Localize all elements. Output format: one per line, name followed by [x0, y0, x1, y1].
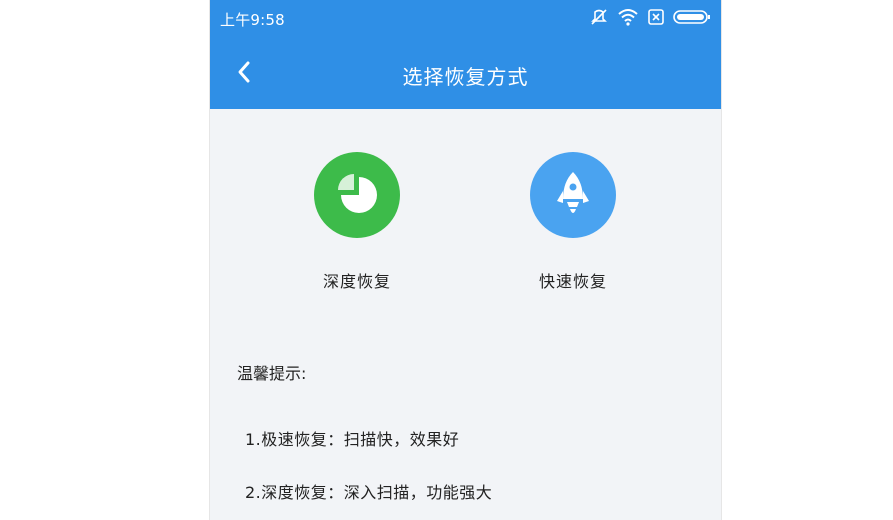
mute-icon: [589, 8, 609, 30]
page-title: 选择恢复方式: [402, 65, 529, 89]
wifi-icon: [617, 8, 639, 30]
pie-chart-icon: [338, 174, 377, 213]
tip-item: 1.极速恢复：扫描快，效果好: [245, 430, 460, 449]
header-bar: 选择恢复方式: [210, 36, 721, 109]
sim-icon: [647, 8, 665, 30]
fast-recovery-label: 快速恢复: [538, 272, 607, 291]
tip-item: 2.深度恢复：深入扫描，功能强大: [245, 483, 493, 502]
fast-recovery-icon-circle[interactable]: [530, 152, 616, 238]
tips-title: 温馨提示:: [237, 364, 307, 383]
status-time: 上午9:58: [220, 11, 285, 29]
status-icons: [589, 8, 711, 30]
fast-recovery-option[interactable]: 快速恢复: [503, 152, 643, 292]
battery-icon: [673, 8, 711, 30]
status-bar: 上午9:58: [210, 0, 721, 36]
deep-recovery-icon-circle[interactable]: [314, 152, 400, 238]
deep-recovery-label: 深度恢复: [322, 272, 391, 291]
rocket-icon: [557, 172, 589, 213]
phone-screen: 上午9:58 选择恢复方式 深度恢复 快速恢复 温馨提示: 1.极速恢复：扫描快…: [209, 0, 722, 520]
deep-recovery-option[interactable]: 深度恢复: [287, 152, 427, 292]
